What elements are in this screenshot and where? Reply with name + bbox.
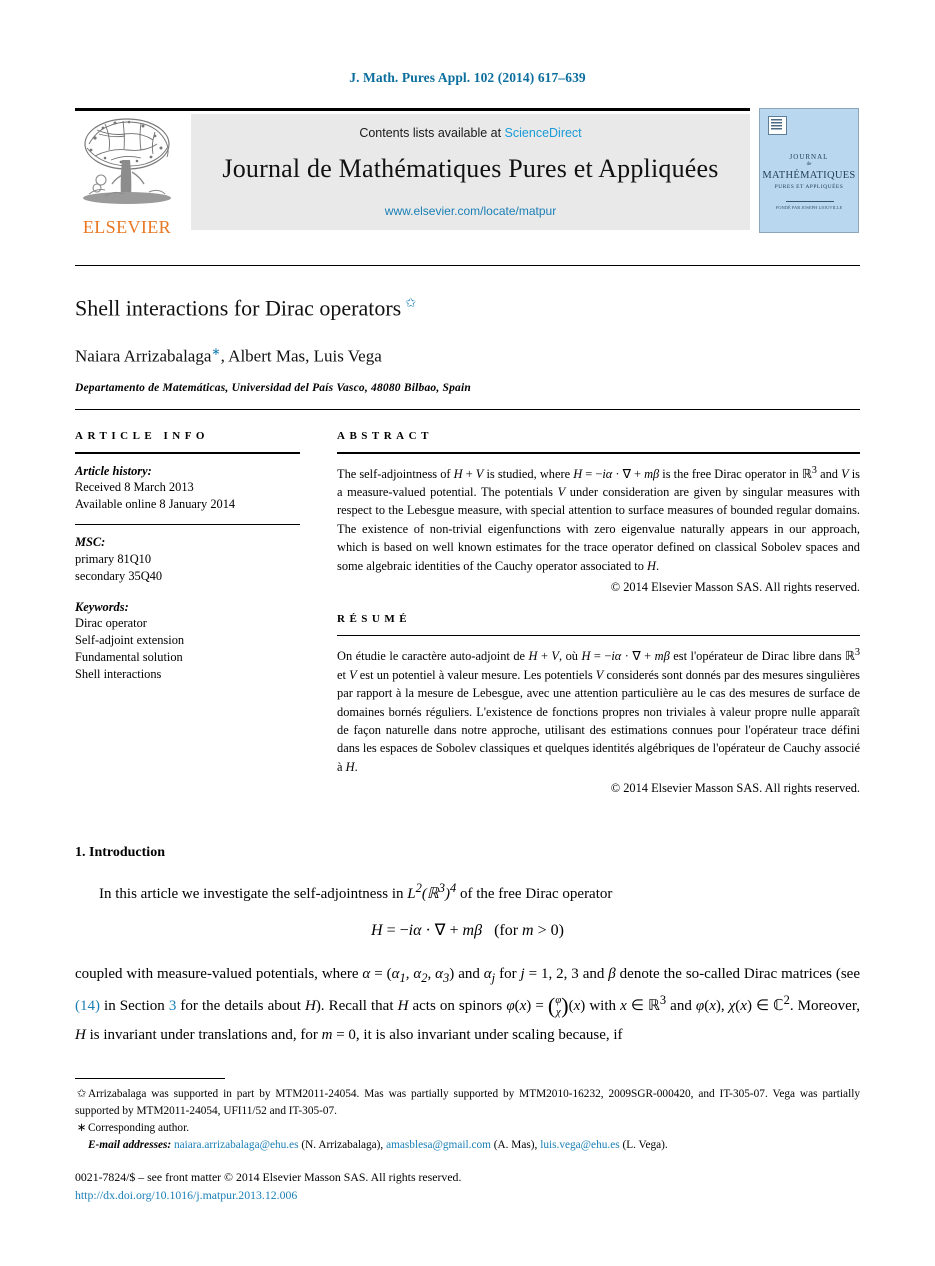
journal-homepage-link[interactable]: www.elsevier.com/locate/matpur — [191, 204, 750, 218]
footnote-divider — [75, 1078, 225, 1079]
sciencedirect-link[interactable]: ScienceDirect — [505, 126, 582, 140]
journal-cover-thumbnail[interactable]: JOURNAL de MATHÉMATIQUES PURES ET APPLIQ… — [759, 108, 859, 233]
intro-paragraph-2: coupled with measure-valued potentials, … — [75, 966, 860, 1044]
elsevier-logo: ELSEVIER — [75, 114, 179, 236]
footnote-emails: E-mail addresses: naiara.arrizabalaga@eh… — [88, 1138, 668, 1151]
journal-masthead: ELSEVIER Contents lists available at Sci… — [75, 108, 860, 236]
author-rest[interactable]: , Albert Mas, Luis Vega — [221, 347, 382, 366]
section-link-3[interactable]: 3 — [169, 998, 177, 1014]
msc-secondary: secondary 35Q40 — [75, 568, 163, 583]
footnote-corresponding: ∗ Corresponding author. — [75, 1120, 860, 1137]
affiliation: Departamento de Matemáticas, Universidad… — [75, 382, 471, 394]
title-footnote-marker[interactable]: ✩ — [405, 295, 416, 310]
msc-label: MSC: — [75, 535, 106, 550]
msc-primary: primary 81Q10 — [75, 552, 152, 567]
keyword-item: Self-adjoint extension — [75, 633, 185, 648]
resume-text: On étudie le caractère auto-adjoint de H… — [337, 647, 860, 774]
title-top-rule — [75, 265, 860, 266]
keyword-item: Shell interactions — [75, 666, 162, 681]
imprint-block: 0021-7824/$ – see front matter © 2014 El… — [75, 1168, 860, 1205]
paper-title-text: Shell interactions for Dirac operators — [75, 295, 402, 321]
keyword-item: Fundamental solution — [75, 649, 183, 664]
footnote-marker-1: ✩ — [76, 1088, 87, 1100]
keyword-item: Dirac operator — [75, 616, 147, 631]
resume-heading: RÉSUMÉ — [337, 612, 412, 625]
footnote-marker-2: ∗ — [76, 1121, 87, 1134]
intro-paragraph-1: In this article we investigate the self-… — [75, 878, 860, 906]
page-title: Shell interactions for Dirac operators ✩ — [75, 295, 860, 321]
section-heading-introduction: 1. Introduction — [75, 845, 165, 860]
intro-text-a: In this article we investigate the self-… — [99, 886, 408, 902]
email-link-vega[interactable]: luis.vega@ehu.es — [540, 1139, 619, 1151]
cover-line-3: MATHÉMATIQUES — [762, 170, 856, 182]
abstract-text: The self-adjointness of H + V is studied… — [337, 464, 861, 573]
abstract-top-rule — [75, 409, 860, 410]
article-history-block: Article history: Received 8 March 2013 A… — [75, 463, 300, 513]
article-history-label: Article history: — [75, 463, 152, 478]
footnote-funding: ✩ Arrizabalaga was supported in part by M… — [75, 1086, 860, 1120]
cover-emblem-icon — [768, 116, 787, 135]
resume-copyright: © 2014 Elsevier Masson SAS. All rights r… — [610, 781, 860, 796]
cover-line-1: JOURNAL — [789, 153, 829, 161]
article-history-online: Available online 8 January 2014 — [75, 497, 236, 512]
email-person-arrizabalaga: (N. Arrizabalaga) — [301, 1138, 381, 1151]
intro-text-b: of the free Dirac operator — [456, 886, 613, 902]
abstract-heading: ABSTRACT — [337, 430, 433, 442]
citation-link-14[interactable]: (14) — [75, 998, 100, 1014]
abstract-rule — [337, 452, 860, 454]
author-list: Naiara Arrizabalaga∗, Albert Mas, Luis V… — [75, 345, 860, 367]
msc-block: MSC: primary 81Q10 secondary 35Q40 — [75, 534, 300, 584]
abstract-copyright: © 2014 Elsevier Masson SAS. All rights r… — [610, 579, 860, 594]
email-link-mas[interactable]: amasblesa@gmail.com — [386, 1139, 491, 1151]
resume-rule — [337, 634, 860, 637]
journal-title: Journal de Mathématiques Pures et Appliq… — [222, 154, 719, 183]
email-person-mas: (A. Mas) — [493, 1138, 535, 1151]
journal-banner: Contents lists available at ScienceDirec… — [191, 114, 750, 230]
contents-available-line: Contents lists available at ScienceDirec… — [191, 126, 750, 140]
article-info-column: ARTICLE INFO Article history: Received 8… — [75, 430, 300, 682]
cover-line-5: FONDÉ PAR JOSEPH LIOUVILLE — [775, 205, 843, 210]
elsevier-tree-icon — [83, 118, 171, 204]
display-equation-dirac: H = −iα · ∇ + mβ (for m > 0) — [371, 922, 564, 939]
doi-link[interactable]: http://dx.doi.org/10.1016/j.matpur.2013.… — [75, 1186, 860, 1204]
article-info-heading: ARTICLE INFO — [75, 430, 209, 442]
imprint-front-matter: 0021-7824/$ – see front matter © 2014 El… — [75, 1170, 462, 1184]
footnotes-block: ✩ Arrizabalaga was supported in part by M… — [75, 1086, 860, 1154]
masthead-top-rule — [75, 108, 750, 111]
cover-divider — [786, 201, 834, 202]
email-person-vega: (L. Vega) — [622, 1138, 665, 1151]
keywords-label: Keywords: — [75, 599, 129, 614]
corresponding-author-marker[interactable]: ∗ — [211, 346, 220, 358]
paper-page: J. Math. Pures Appl. 102 (2014) 617–639 — [0, 0, 935, 1266]
author-first[interactable]: Naiara Arrizabalaga — [75, 347, 211, 366]
abstract-column: ABSTRACT The self-adjointness of H + V i… — [337, 430, 860, 796]
email-link-arrizabalaga[interactable]: naiara.arrizabalaga@ehu.es — [174, 1139, 299, 1151]
msc-divider-rule — [75, 523, 300, 526]
keywords-block: Keywords: Dirac operator Self-adjoint ex… — [75, 599, 300, 683]
footnote-corresponding-text: Corresponding author. — [88, 1121, 190, 1134]
article-history-received: Received 8 March 2013 — [75, 480, 194, 495]
email-addresses-label: E-mail addresses: — [88, 1138, 172, 1151]
cover-line-4: PURES ET APPLIQUÉES — [774, 184, 844, 191]
footnote-funding-text: Arrizabalaga was supported in part by MT… — [75, 1088, 860, 1117]
intro-math-space: L2(ℝ3)4 — [407, 881, 457, 902]
article-info-rule — [75, 452, 300, 454]
elsevier-wordmark: ELSEVIER — [82, 217, 172, 237]
running-head-citation[interactable]: J. Math. Pures Appl. 102 (2014) 617–639 — [0, 70, 935, 86]
cover-text: JOURNAL de MATHÉMATIQUES PURES ET APPLIQ… — [760, 153, 858, 192]
cover-line-2: de — [806, 162, 812, 168]
contents-prefix: Contents lists available at — [359, 126, 505, 140]
